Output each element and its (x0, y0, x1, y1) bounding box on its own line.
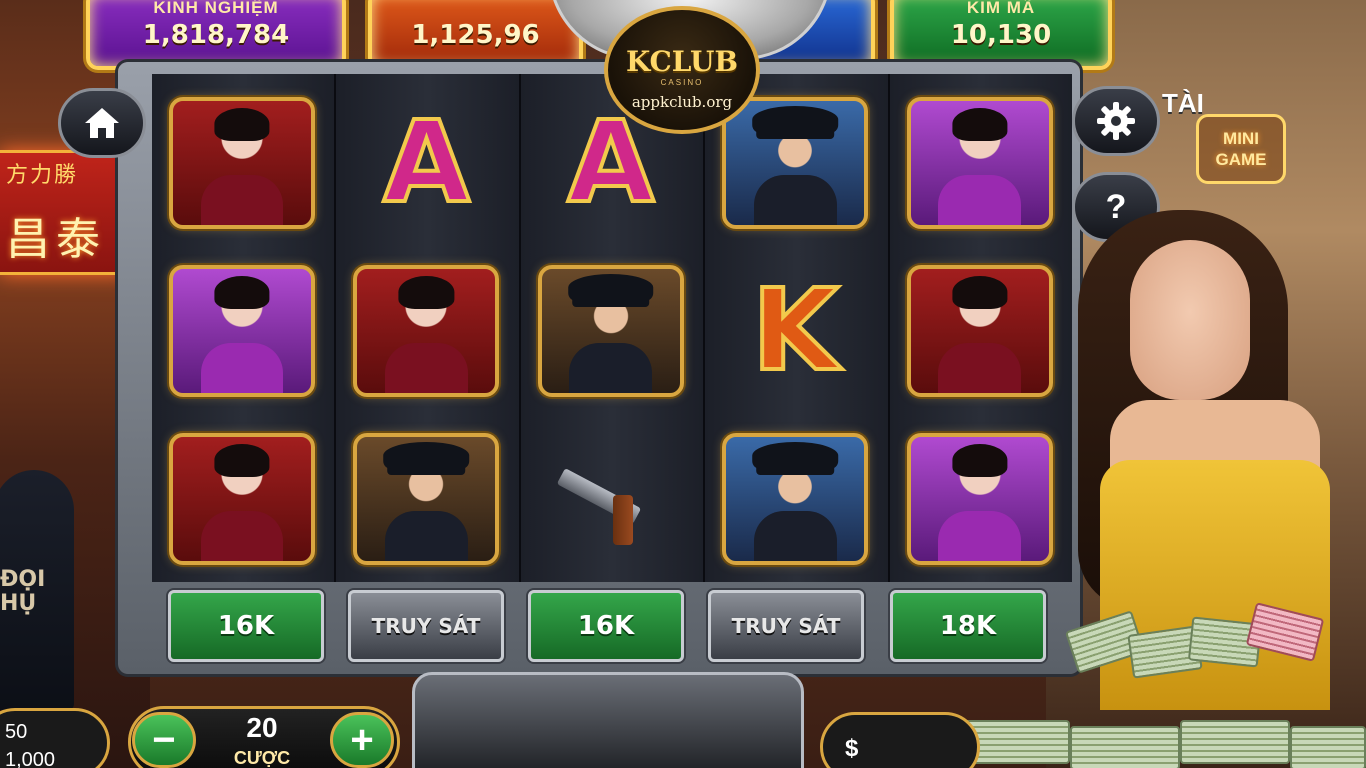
experience-counter: KINH NGHIỆM 1,818,784 (86, 0, 346, 70)
reel-symbol: A (352, 88, 500, 238)
reel-symbol (537, 256, 685, 406)
side-text-line1: ĐỌI (0, 567, 46, 592)
reel-symbol (721, 424, 869, 574)
gear-icon (1097, 102, 1135, 140)
mini-game-line2: GAME (1215, 150, 1267, 169)
reel-symbol (168, 256, 316, 406)
lines-info: 50 1,000 (0, 708, 110, 768)
reel-symbol (906, 88, 1054, 238)
lady-purple-symbol (906, 97, 1053, 229)
reel-label-1: 16K (168, 590, 324, 662)
gold-value: 10,130 (950, 20, 1052, 50)
shop-sign: 方力勝 昌泰 (0, 150, 128, 275)
balance-display: $ (820, 712, 980, 768)
lady-red-symbol (353, 265, 500, 397)
mini-game-line1: MINI (1223, 128, 1259, 148)
pistol-symbol (556, 449, 661, 549)
money-stack (1290, 726, 1366, 768)
reel-label-5: 18K (890, 590, 1046, 662)
bet-label: CƯỢC (233, 748, 291, 768)
reel-label-3: 16K (528, 590, 684, 662)
man-blue-symbol (722, 97, 869, 229)
reel-3: A (520, 74, 706, 582)
model-face (1130, 240, 1250, 400)
reel-4: K (705, 74, 890, 582)
reel-symbol (721, 88, 869, 238)
lines-value: 50 (5, 721, 28, 743)
kclub-logo: KCLUB CASINO appkclub.org (604, 6, 760, 134)
bet-value: 20 (246, 712, 278, 743)
settings-button[interactable] (1072, 86, 1160, 156)
man-hat-symbol (353, 433, 500, 565)
letter-k-symbol: K (750, 266, 841, 396)
money-stack (1070, 726, 1180, 768)
home-button[interactable] (58, 88, 146, 158)
bet-decrease-button[interactable]: − (132, 712, 196, 768)
shop-sign-top-text: 方力勝 (6, 163, 79, 188)
shop-sign-big-text: 昌泰 (6, 214, 106, 265)
bet-increase-button[interactable]: + (330, 712, 394, 768)
bet-total-value: 1,000 (5, 749, 56, 768)
logo-brand: KCLUB (625, 45, 739, 78)
reel-2: A (336, 74, 521, 582)
reel-symbol (906, 256, 1054, 406)
logo-url: appkclub.org (631, 93, 733, 111)
reel-label-2: TRUY SÁT (348, 590, 504, 662)
man-hat-symbol (537, 265, 684, 397)
logo-casino: CASINO (660, 78, 704, 87)
reel-label-4: TRUY SÁT (708, 590, 864, 662)
reel-symbol (168, 424, 316, 574)
money-stack (1180, 720, 1290, 764)
gold-label: KIM MÃ (966, 0, 1036, 17)
jackpot-counter: 1,125,96 (368, 0, 583, 70)
tai-label: TÀI (1162, 88, 1204, 118)
spin-button-base[interactable] (412, 672, 804, 768)
mini-game-button[interactable]: MINI GAME (1196, 114, 1286, 184)
reel-1 (152, 74, 337, 582)
lady-purple-symbol (169, 265, 315, 397)
man-blue-symbol (722, 433, 869, 565)
letter-a-symbol: A (381, 98, 472, 228)
promo-model-image (960, 200, 1366, 768)
gold-counter: KIM MÃ 10,130 (890, 0, 1112, 70)
reel-symbol: K (721, 256, 869, 406)
lady-red-symbol (169, 433, 315, 565)
currency-icon: $ (845, 735, 859, 762)
lady-purple-symbol (906, 433, 1053, 565)
reel-symbol (906, 424, 1054, 574)
reel-symbol (352, 256, 500, 406)
lady-red-symbol (169, 97, 315, 229)
reel-symbol (168, 88, 316, 238)
reel-symbol (352, 424, 500, 574)
side-text-line2: HỤ (0, 591, 37, 617)
lady-red-symbol (906, 265, 1053, 397)
experience-label: KINH NGHIỆM (153, 0, 279, 17)
home-icon (85, 108, 119, 138)
experience-value: 1,818,784 (142, 20, 290, 50)
side-text: ĐỌI HỤ (0, 567, 46, 617)
reel-area: A A K (152, 74, 1073, 582)
jackpot-value: 1,125,96 (411, 20, 540, 50)
reel-symbol (537, 424, 685, 574)
